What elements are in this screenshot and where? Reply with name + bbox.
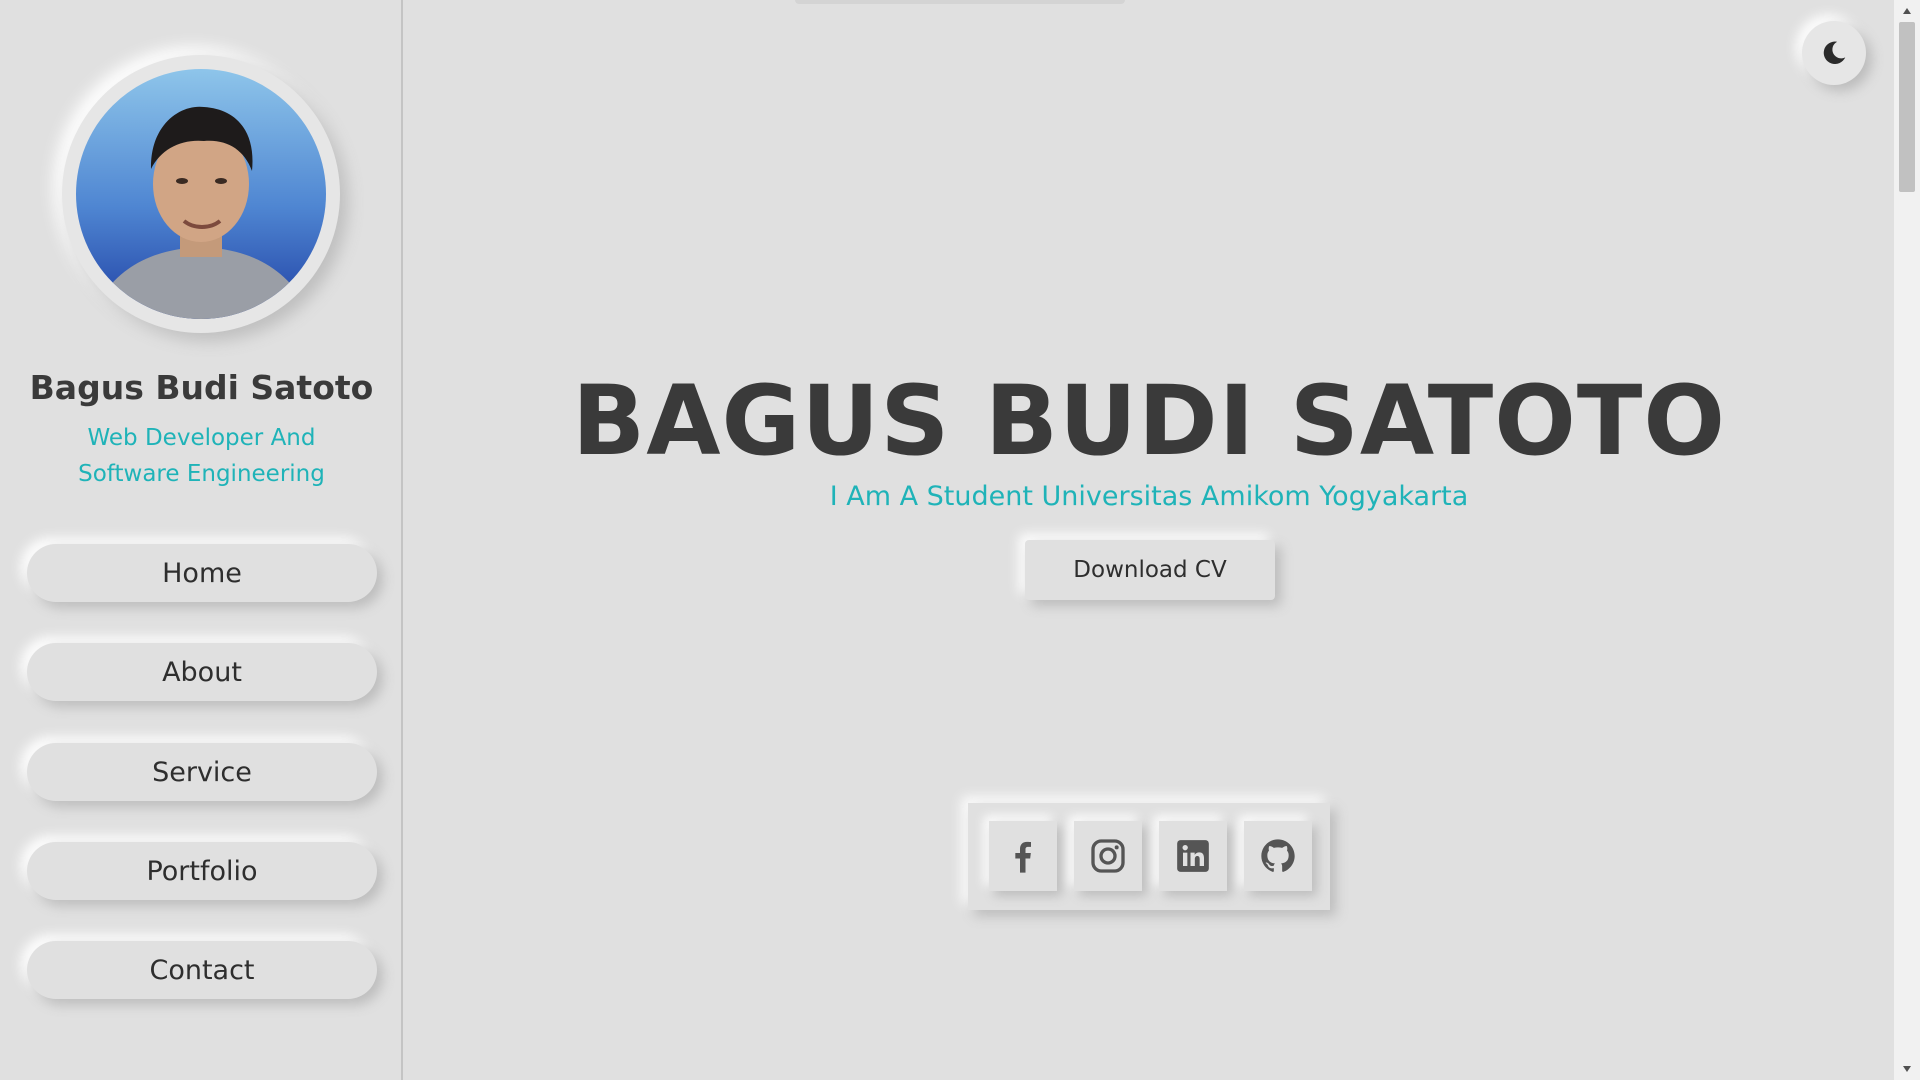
linkedin-link[interactable] (1159, 821, 1227, 891)
instagram-link[interactable] (1074, 821, 1142, 891)
nav-home-button[interactable]: Home (27, 544, 377, 602)
top-edge-tab (795, 0, 1125, 4)
theme-toggle-button[interactable] (1802, 21, 1866, 85)
facebook-icon (1015, 841, 1031, 873)
scroll-down-icon (1903, 1066, 1911, 1072)
nav-contact-button[interactable]: Contact (27, 941, 377, 999)
vertical-scrollbar[interactable] (1894, 0, 1920, 1080)
scroll-thumb[interactable] (1899, 22, 1915, 192)
scroll-up-icon (1903, 8, 1911, 14)
linkedin-icon (1177, 840, 1209, 872)
scroll-up-arrow[interactable] (1894, 2, 1920, 20)
avatar-frame (62, 55, 340, 333)
profile-name: Bagus Budi Satoto (29, 368, 374, 407)
github-icon (1261, 839, 1295, 872)
hero-title: BAGUS BUDI SATOTO (572, 365, 1726, 477)
moon-icon (1823, 41, 1846, 65)
github-link[interactable] (1244, 821, 1312, 891)
social-links (968, 803, 1330, 910)
profile-role: Web Developer And Software Engineering (78, 425, 325, 487)
download-cv-button[interactable]: Download CV (1025, 540, 1275, 600)
instagram-icon (1091, 839, 1125, 873)
nav-service-button[interactable]: Service (27, 743, 377, 801)
nav-portfolio-button[interactable]: Portfolio (27, 842, 377, 900)
profile-photo (89, 106, 313, 319)
sidebar: Bagus Budi Satoto Web Developer And Soft… (0, 0, 403, 1080)
scroll-down-arrow[interactable] (1894, 1060, 1920, 1078)
nav-about-button[interactable]: About (27, 643, 377, 701)
facebook-link[interactable] (989, 821, 1057, 891)
hero-subtitle: I Am A Student Universitas Amikom Yogyak… (829, 481, 1469, 512)
avatar (76, 69, 326, 319)
